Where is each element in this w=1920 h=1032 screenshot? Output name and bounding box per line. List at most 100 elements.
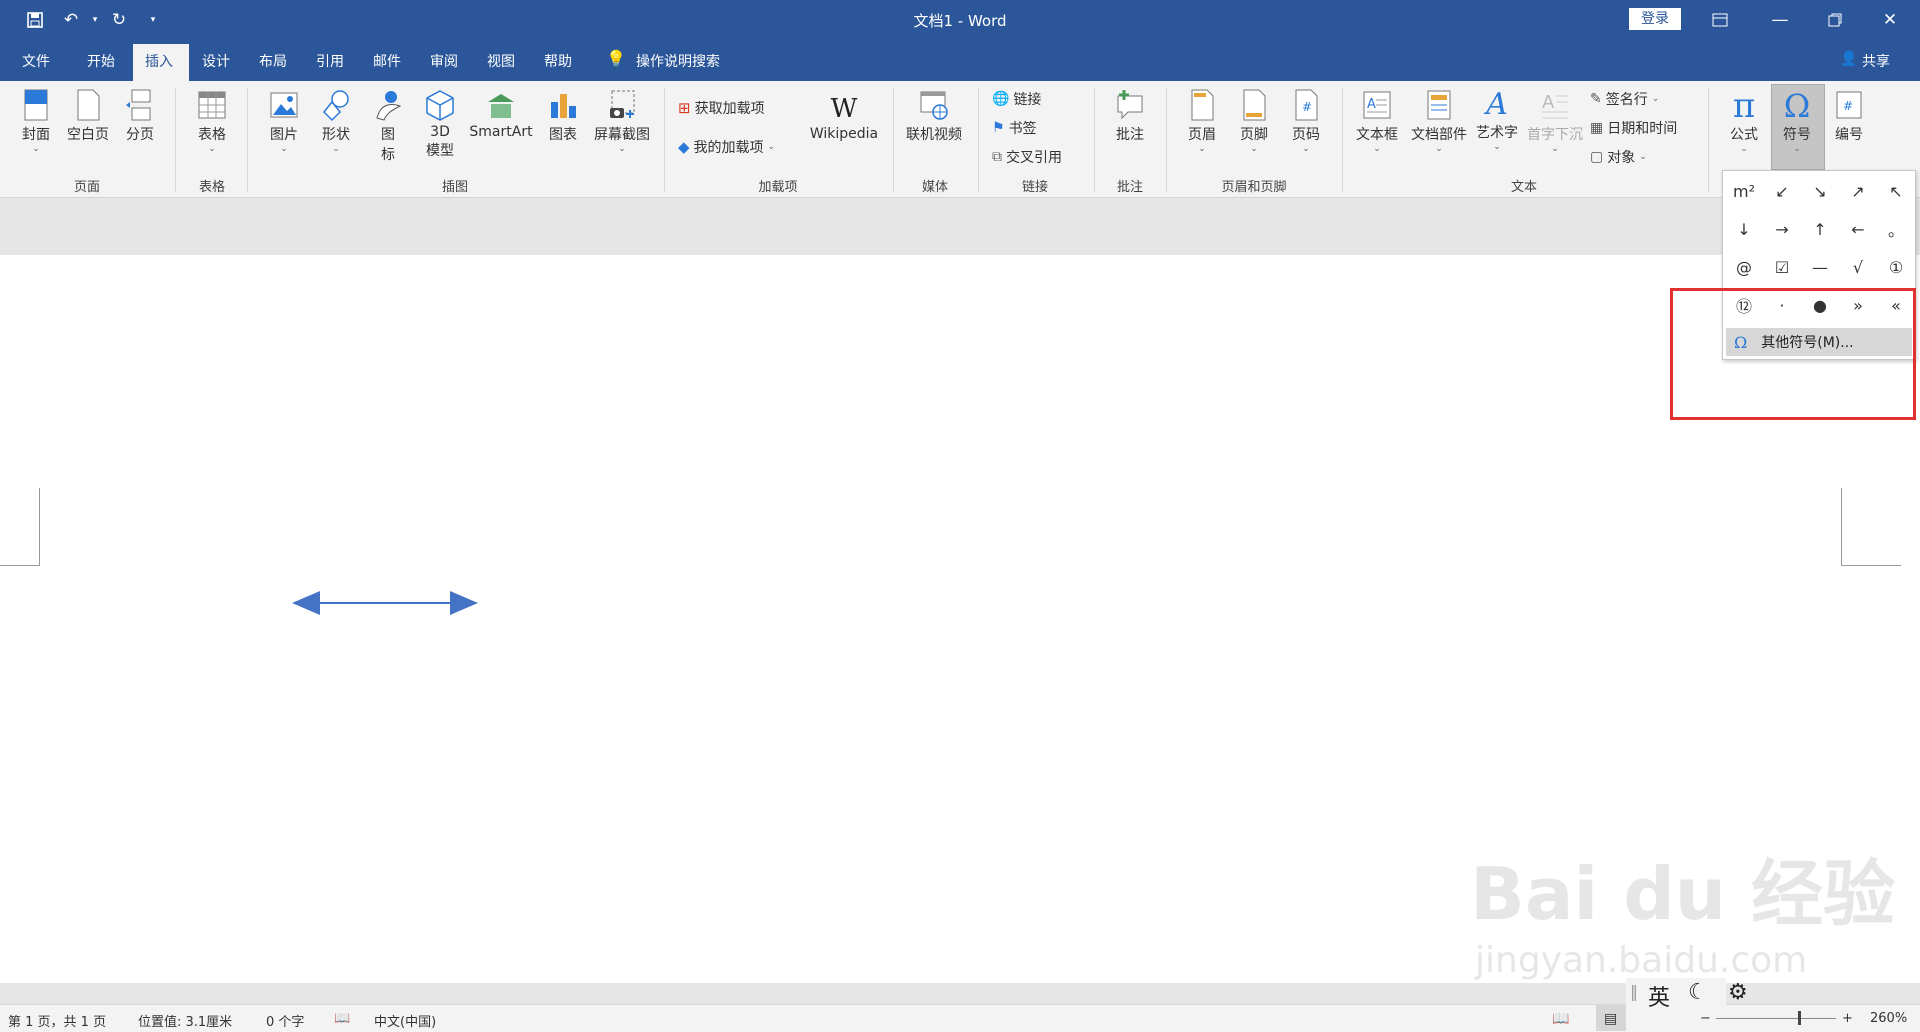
numbering-button[interactable]: # 编号 — [1826, 88, 1872, 144]
chart-button[interactable]: 图表 — [541, 88, 585, 144]
bookmark-button[interactable]: ⚑ 书签 — [992, 118, 1037, 138]
online-video-button[interactable]: 联机视频 — [902, 88, 966, 144]
symbol-cell[interactable]: ← — [1839, 210, 1877, 248]
tab-view[interactable]: 视图 — [487, 51, 515, 71]
symbol-cell[interactable]: ↖ — [1877, 172, 1915, 210]
my-addins-button[interactable]: ◆ 我的加载项 ⌄ — [678, 137, 775, 157]
pi-icon: π — [1732, 86, 1756, 126]
tab-design[interactable]: 设计 — [202, 51, 230, 71]
drop-cap-button[interactable]: A 首字下沉 ⌄ — [1524, 88, 1586, 154]
link-button[interactable]: 🌐 链接 — [992, 89, 1041, 109]
word-count[interactable]: 0 个字 — [266, 1011, 304, 1030]
moon-icon[interactable]: ☾ — [1688, 980, 1708, 1005]
chevron-down-icon: ⌄ — [1639, 152, 1647, 162]
textbox-label: 文本框 — [1356, 127, 1398, 143]
wikipedia-icon: W — [830, 94, 858, 124]
header-button[interactable]: 页眉 ⌄ — [1180, 88, 1224, 154]
symbol-cell[interactable]: ↓ — [1725, 210, 1763, 248]
globe-link-icon: 🌐 — [992, 91, 1010, 107]
smartart-button[interactable]: SmartArt — [466, 88, 536, 140]
symbol-cell[interactable]: 。 — [1877, 210, 1915, 248]
smartart-icon — [488, 94, 514, 118]
tab-help[interactable]: 帮助 — [544, 51, 572, 71]
comment-button[interactable]: 批注 — [1108, 88, 1152, 144]
symbol-cell[interactable]: ☑ — [1763, 248, 1801, 286]
symbol-cell[interactable]: ↘ — [1801, 172, 1839, 210]
symbol-cell[interactable]: ① — [1877, 248, 1915, 286]
chevron-down-icon: ⌄ — [1651, 94, 1660, 104]
date-time-button[interactable]: ▦ 日期和时间 — [1590, 118, 1677, 138]
tab-references[interactable]: 引用 — [316, 51, 344, 71]
print-layout-icon[interactable]: ▤ — [1604, 1011, 1617, 1027]
minimize-icon[interactable]: — — [1760, 6, 1800, 34]
group-label-text: 文本 — [1510, 180, 1538, 195]
symbol-cell[interactable]: → — [1763, 210, 1801, 248]
wikipedia-button[interactable]: W Wikipedia — [804, 92, 884, 142]
cross-reference-button[interactable]: ⧉ 交叉引用 — [992, 147, 1062, 167]
zoom-in-icon[interactable]: + — [1842, 1011, 1853, 1026]
cover-page-button[interactable]: 封面 ⌄ — [14, 88, 58, 154]
symbol-cell[interactable]: — — [1801, 248, 1839, 286]
ime-grip-icon[interactable]: ‖ — [1630, 982, 1638, 1001]
zoom-slider-thumb[interactable] — [1798, 1011, 1801, 1025]
chevron-down-icon: ⌄ — [280, 144, 288, 154]
proofing-icon[interactable]: 📖 — [334, 1011, 350, 1026]
symbol-cell[interactable]: ↙ — [1763, 172, 1801, 210]
symbol-cell[interactable]: √ — [1839, 248, 1877, 286]
symbol-button[interactable]: Ω 符号 ⌄ — [1774, 88, 1820, 154]
get-addins-button[interactable]: ⊞ 获取加载项 — [678, 98, 765, 118]
textbox-button[interactable]: A 文本框 ⌄ — [1352, 88, 1402, 154]
tab-home[interactable]: 开始 — [87, 51, 115, 71]
login-button[interactable]: 登录 — [1629, 8, 1681, 30]
3d-model-button[interactable]: 3D 模型 — [418, 88, 462, 160]
chevron-down-icon: ⌄ — [1740, 144, 1748, 154]
tab-insert[interactable]: 插入 — [145, 51, 173, 71]
footer-button[interactable]: 页脚 ⌄ — [1232, 88, 1276, 154]
icons-button[interactable]: 图 标 — [368, 88, 408, 164]
shapes-button[interactable]: 形状 ⌄ — [314, 88, 358, 154]
zoom-out-icon[interactable]: − — [1700, 1011, 1711, 1026]
page-break-button[interactable]: 分页 — [118, 88, 162, 144]
gear-icon[interactable]: ⚙ — [1728, 980, 1748, 1005]
wordart-button[interactable]: A 艺术字 ⌄ — [1472, 88, 1522, 153]
header-icon — [1191, 89, 1214, 121]
page-count[interactable]: 第 1 页，共 1 页 — [8, 1011, 106, 1030]
restore-icon[interactable] — [1815, 6, 1855, 34]
blank-page-button[interactable]: 空白页 — [64, 88, 112, 144]
tab-mailings[interactable]: 邮件 — [373, 51, 401, 71]
symbol-cell[interactable]: ↗ — [1839, 172, 1877, 210]
zoom-slider-track[interactable] — [1716, 1018, 1836, 1019]
margin-marker-left — [39, 488, 40, 565]
object-icon: ▢ — [1590, 149, 1604, 165]
read-mode-icon[interactable]: 📖 — [1552, 1011, 1569, 1027]
group-label-tables: 表格 — [198, 180, 226, 195]
calendar-icon: ▦ — [1590, 120, 1604, 136]
quick-parts-button[interactable]: 文档部件 ⌄ — [1408, 88, 1470, 154]
screenshot-button[interactable]: 屏幕截图 ⌄ — [590, 88, 654, 154]
ime-toolbar — [1626, 978, 1726, 1008]
tab-review[interactable]: 审阅 — [430, 51, 458, 71]
page-number-icon: # — [1295, 89, 1318, 121]
share-button[interactable]: 共享 — [1862, 51, 1890, 71]
double-arrow-shape[interactable] — [290, 588, 480, 618]
zoom-level[interactable]: 260% — [1870, 1011, 1907, 1026]
equation-button[interactable]: π 公式 ⌄ — [1722, 88, 1766, 154]
symbol-cell[interactable]: ↑ — [1801, 210, 1839, 248]
ime-language-toggle[interactable]: 英 — [1648, 980, 1670, 1012]
tab-file[interactable]: 文件 — [22, 51, 50, 71]
tab-layout[interactable]: 布局 — [259, 51, 287, 71]
picture-button[interactable]: 图片 ⌄ — [262, 88, 306, 154]
close-icon[interactable]: ✕ — [1870, 6, 1910, 34]
language-status[interactable]: 中文(中国) — [374, 1011, 436, 1030]
ribbon-display-icon[interactable] — [1700, 6, 1740, 34]
signature-line-button[interactable]: ✎ 签名行 ⌄ — [1590, 89, 1659, 109]
table-button[interactable]: 表格 ⌄ — [190, 88, 234, 154]
quick-parts-icon — [1427, 90, 1451, 120]
wikipedia-label: Wikipedia — [809, 126, 879, 142]
symbol-cell[interactable]: m² — [1725, 172, 1763, 210]
symbol-cell[interactable]: @ — [1725, 248, 1763, 286]
object-button[interactable]: ▢ 对象 ⌄ — [1590, 147, 1647, 167]
tell-me-search[interactable]: 操作说明搜索 — [636, 51, 720, 71]
group-divider — [1166, 88, 1167, 192]
page-number-button[interactable]: # 页码 ⌄ — [1284, 88, 1328, 154]
